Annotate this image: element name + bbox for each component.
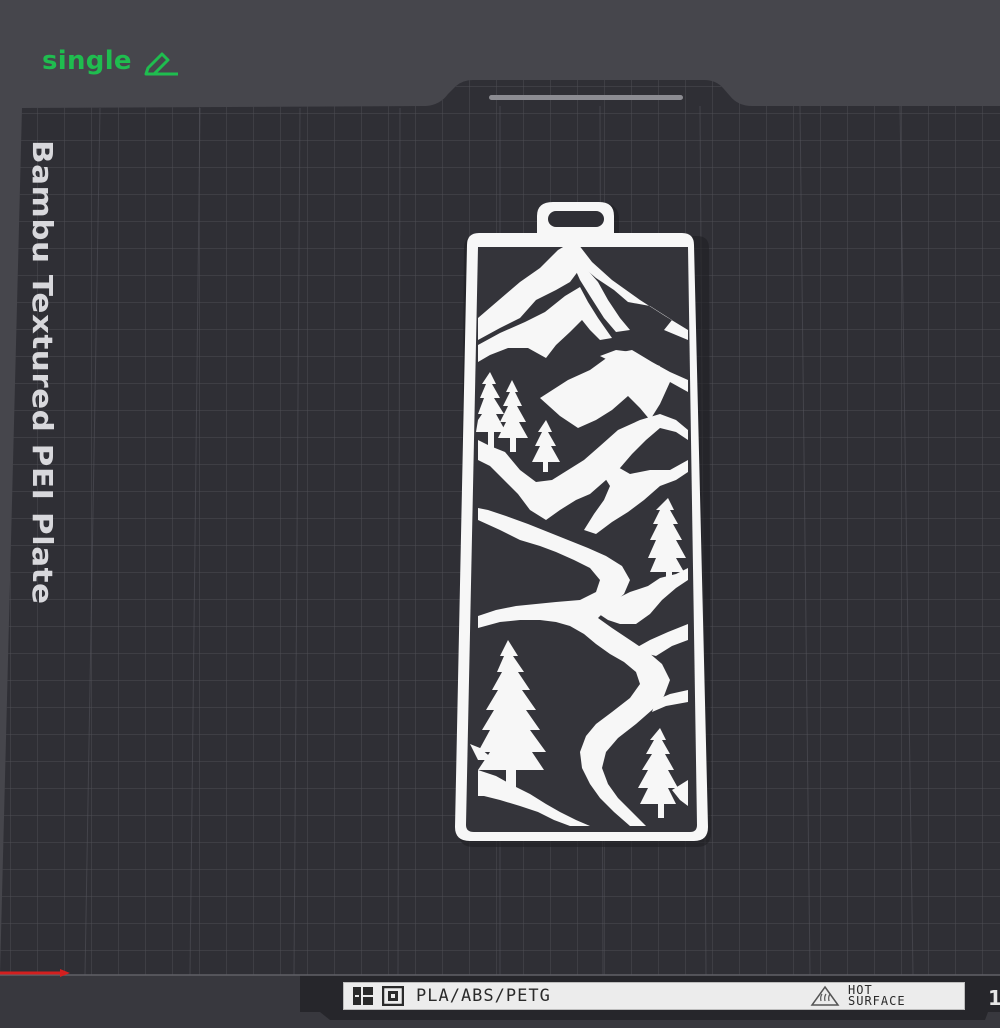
hot-surface-warning: HOT SURFACE (810, 984, 906, 1008)
plate-symbol-icon (382, 986, 404, 1006)
3d-viewport[interactable]: Bambu Textured PEI Plate single PLA/ABS/… (0, 0, 1000, 1028)
hot-surface-icon (810, 985, 840, 1007)
bookmark-hang-hole (548, 211, 604, 227)
pencil-icon[interactable] (142, 46, 182, 76)
plate-label-text: single (42, 46, 132, 76)
material-compatibility-text: PLA/ABS/PETG (416, 986, 551, 1006)
plate-type-label: Bambu Textured PEI Plate (25, 140, 59, 605)
plate-handle-slot (489, 95, 683, 100)
bambu-logo-icon (352, 986, 374, 1006)
plate-edge-glyph: 1 (988, 986, 1000, 1010)
warning-line-2: SURFACE (848, 994, 906, 1008)
bookmark-model[interactable] (455, 202, 711, 847)
plate-material-strip: PLA/ABS/PETG HOT SURFACE (343, 982, 965, 1010)
plate-name-editor[interactable]: single (42, 46, 182, 76)
build-plate-scene (0, 0, 1000, 1028)
